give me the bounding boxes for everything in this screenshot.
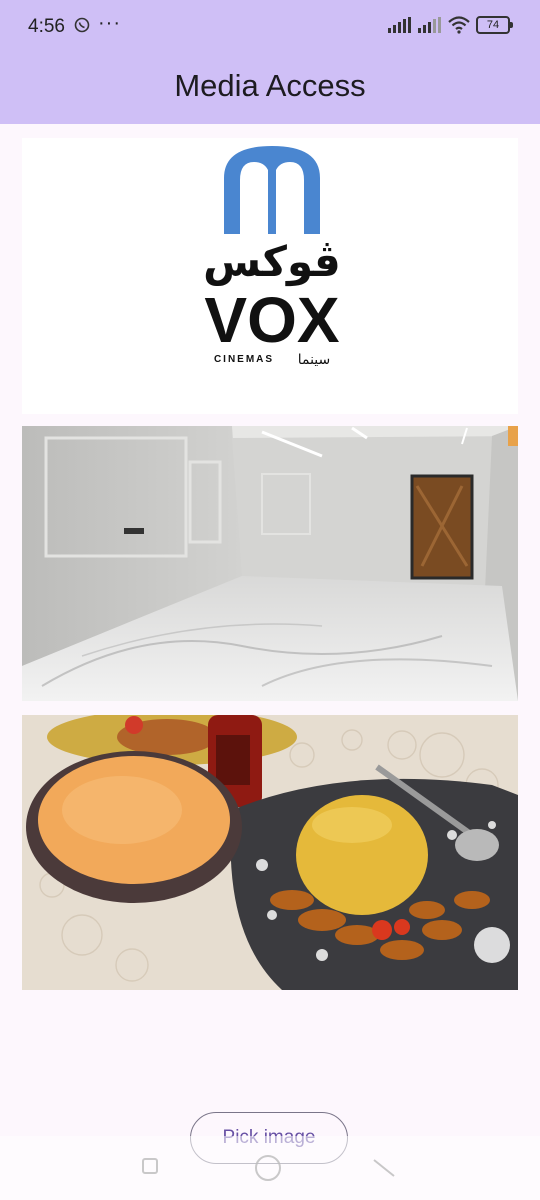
vox-arch-icon — [224, 146, 320, 234]
vox-brand-text: VOX — [204, 284, 339, 356]
battery-level: 74 — [486, 19, 500, 31]
vox-arabic-title: ڤوكس — [203, 237, 341, 287]
status-bar: 4:56 ··· 74 — [0, 0, 540, 52]
status-time: 4:56 — [28, 16, 65, 37]
marble-room-photo — [22, 426, 518, 701]
food-plate-photo — [22, 715, 518, 990]
signal-icon-2 — [418, 17, 441, 33]
recents-icon[interactable] — [142, 1158, 158, 1174]
page-title: Media Access — [174, 68, 366, 103]
vox-cinemas-latin: CINEMAS — [214, 354, 274, 365]
home-icon[interactable] — [255, 1155, 281, 1181]
wifi-icon — [448, 16, 470, 34]
app-bar: Media Access — [0, 52, 540, 124]
vox-cinemas-logo-image: ڤوكس VOX CINEMAS سينما — [22, 138, 518, 414]
whatsapp-icon — [74, 17, 90, 33]
vox-cinemas-arabic: سينما — [298, 352, 331, 368]
signal-icon — [388, 17, 411, 33]
food-plate-image — [22, 715, 518, 990]
more-notifications-icon: ··· — [98, 12, 121, 34]
battery-icon: 74 — [476, 16, 513, 34]
vox-cinemas-logo: ڤوكس VOX CINEMAS سينما — [22, 138, 518, 414]
marble-room-image — [22, 426, 518, 701]
status-icons: 74 — [388, 16, 513, 34]
back-icon[interactable] — [372, 1158, 396, 1178]
